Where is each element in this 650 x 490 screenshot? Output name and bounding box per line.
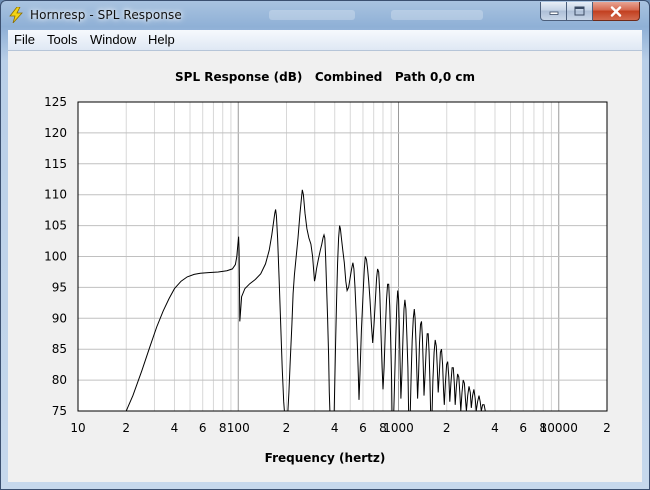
x-tick-label: 4 xyxy=(331,421,339,435)
menu-bar: File Tools Window Help xyxy=(8,30,642,51)
spl-response-chart: SPL Response (dB) Combined Path 0,0 cm F… xyxy=(44,70,611,465)
y-tick-label: 125 xyxy=(44,95,67,109)
menu-window[interactable]: Window xyxy=(90,32,136,47)
y-tick-label: 105 xyxy=(44,219,67,233)
x-tick-label: 100 xyxy=(227,421,250,435)
lightning-icon xyxy=(9,7,23,23)
x-tick-label: 6 xyxy=(519,421,527,435)
y-tick-label: 120 xyxy=(44,126,67,140)
y-tick-label: 90 xyxy=(52,311,67,325)
close-icon xyxy=(610,5,622,17)
title-glass-reflection xyxy=(391,10,483,20)
title-glass-reflection xyxy=(269,10,355,20)
x-tick-label: 2 xyxy=(122,421,130,435)
x-tick-label: 2 xyxy=(283,421,291,435)
x-axis-label: Frequency (hertz) xyxy=(265,451,386,465)
menu-tools[interactable]: Tools xyxy=(47,32,77,47)
x-tick-label: 1000 xyxy=(383,421,414,435)
chart-title: SPL Response (dB) Combined Path 0,0 cm xyxy=(175,70,475,84)
close-button[interactable] xyxy=(593,2,640,21)
x-tick-label: 2 xyxy=(603,421,611,435)
menu-help[interactable]: Help xyxy=(148,32,175,47)
y-tick-label: 100 xyxy=(44,250,67,264)
menu-file[interactable]: File xyxy=(14,32,35,47)
y-tick-label: 85 xyxy=(52,342,67,356)
x-tick-label: 4 xyxy=(171,421,179,435)
maximize-icon xyxy=(574,6,585,16)
window-title: Hornresp - SPL Response xyxy=(30,8,182,22)
x-tick-label: 6 xyxy=(359,421,367,435)
y-tick-label: 95 xyxy=(52,280,67,294)
chart-area: SPL Response (dB) Combined Path 0,0 cm F… xyxy=(8,51,642,482)
x-tick-label: 6 xyxy=(199,421,207,435)
y-tick-label: 75 xyxy=(52,404,67,418)
x-tick-label: 4 xyxy=(491,421,499,435)
y-tick-label: 80 xyxy=(52,373,67,387)
minimize-button[interactable] xyxy=(540,2,567,21)
y-tick-label: 110 xyxy=(44,188,67,202)
x-tick-label: 10 xyxy=(70,421,85,435)
x-tick-label: 2 xyxy=(443,421,451,435)
x-tick-label: 8 xyxy=(219,421,227,435)
title-bar[interactable]: Hornresp - SPL Response xyxy=(1,1,649,29)
minimize-icon xyxy=(549,11,558,15)
app-window: Hornresp - SPL Response File Tools Windo… xyxy=(0,0,650,490)
maximize-button[interactable] xyxy=(567,2,593,21)
y-tick-label: 115 xyxy=(44,157,67,171)
x-tick-label: 10000 xyxy=(540,421,578,435)
